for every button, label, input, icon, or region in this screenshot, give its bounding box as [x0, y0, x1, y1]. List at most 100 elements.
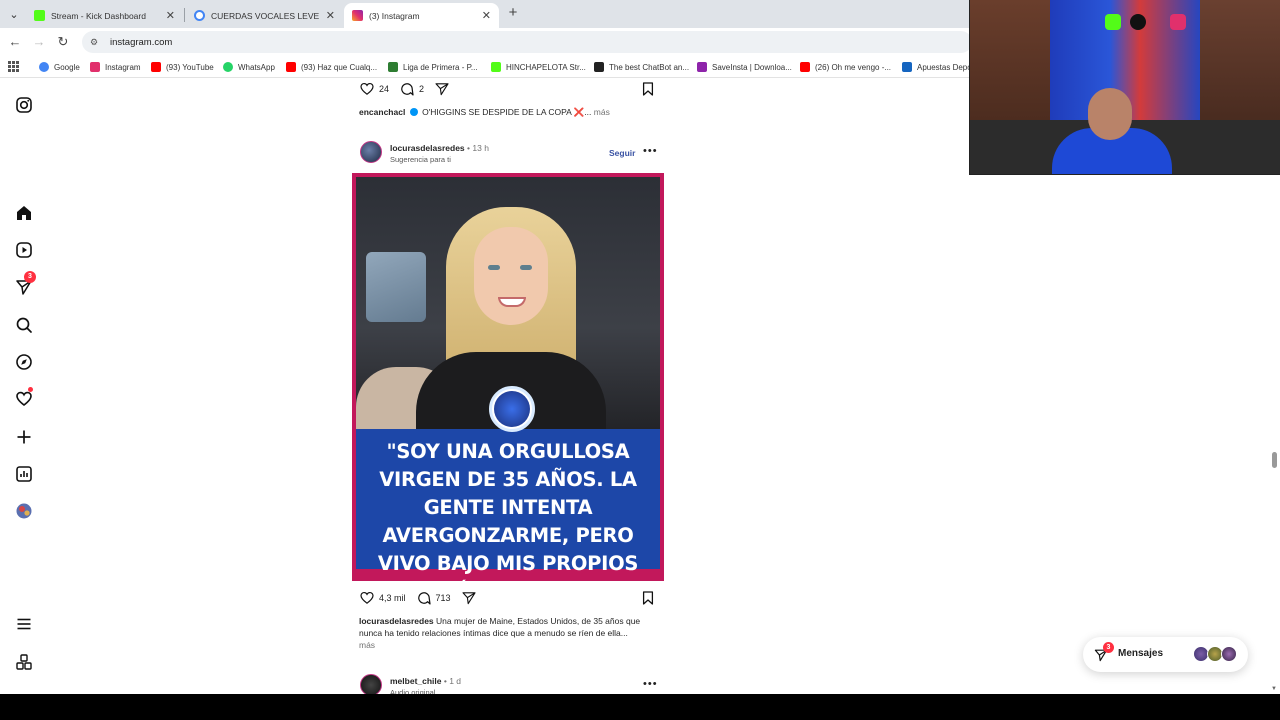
- scrollbar-thumb[interactable]: [1272, 452, 1277, 468]
- bookmark-label: HINCHAPELOTA Str...: [506, 62, 586, 72]
- follow-button[interactable]: Seguir: [609, 148, 635, 158]
- tab-kick-dashboard[interactable]: Stream - Kick Dashboard ✕: [26, 3, 183, 28]
- smile: [498, 297, 526, 307]
- post-time: 13 h: [472, 143, 489, 153]
- tab-close-icon[interactable]: ✕: [326, 9, 335, 22]
- caption-more-link[interactable]: más: [359, 639, 375, 651]
- bookmark-youtube-song[interactable]: (26) Oh me vengo -...: [800, 60, 891, 74]
- eye: [520, 265, 532, 270]
- username-text: locurasdelasredes: [390, 143, 465, 153]
- share-send-icon[interactable]: [461, 590, 477, 606]
- username-text: melbet_chile: [390, 676, 442, 686]
- bookmark-label: Instagram: [105, 62, 141, 72]
- prev-post-caption: encanchacl O'HIGGINS SE DESPIDE DE LA CO…: [359, 106, 659, 118]
- caption-more-link[interactable]: más: [594, 107, 610, 117]
- tab-google-search[interactable]: CUERDAS VOCALES LEVE ERITE ✕: [186, 3, 343, 28]
- like-count: 4,3 mil: [379, 593, 406, 603]
- save-bookmark-icon[interactable]: [640, 590, 656, 611]
- dashboard-icon[interactable]: [14, 464, 34, 484]
- bookmark-saveinsta[interactable]: SaveInsta | Downloa...: [697, 60, 792, 74]
- kick-icon: [491, 62, 501, 72]
- more-menu-icon[interactable]: [14, 614, 34, 634]
- comment-bubble-icon[interactable]: [399, 81, 415, 97]
- bookmark-instagram[interactable]: Instagram: [90, 60, 141, 74]
- caption-text: O'HIGGINS SE DESPIDE DE LA COPA ❌...: [422, 107, 592, 117]
- save-bookmark-icon[interactable]: [640, 81, 656, 102]
- bookmark-chatbot[interactable]: The best ChatBot an...: [594, 60, 689, 74]
- liga-icon: [388, 62, 398, 72]
- tab-close-icon[interactable]: ✕: [166, 9, 175, 22]
- locuras-logo-icon: [489, 386, 535, 432]
- bookmark-label: (93) YouTube: [166, 62, 214, 72]
- post-author-avatar[interactable]: [360, 141, 382, 163]
- whatsapp-icon: [223, 62, 233, 72]
- explore-compass-icon[interactable]: [14, 352, 34, 372]
- direct-messages-icon[interactable]: 3: [14, 271, 36, 297]
- next-post-username[interactable]: melbet_chile • 1 d: [390, 676, 461, 686]
- apuestas-icon: [902, 62, 912, 72]
- bookmark-hinchapelota[interactable]: HINCHAPELOTA Str...: [491, 60, 586, 74]
- like-count: 24: [379, 84, 390, 94]
- post-actions: 4,3 mil 713: [359, 590, 477, 606]
- youtube-icon: [800, 62, 810, 72]
- instagram-icon: [90, 62, 100, 72]
- tiktok-logo-icon: [1130, 14, 1146, 30]
- bookmark-apuestas[interactable]: Apuestas Depo: [902, 60, 972, 74]
- bookmark-youtube-video[interactable]: (93) Haz que Cualq...: [286, 60, 377, 74]
- notification-dot: [28, 387, 33, 392]
- caption-username[interactable]: locurasdelasredes: [359, 616, 434, 626]
- instagram-logo-icon: [1170, 14, 1186, 30]
- post-options-icon[interactable]: •••: [643, 145, 658, 157]
- threads-apps-icon[interactable]: [14, 652, 34, 672]
- comment-bubble-icon[interactable]: [416, 590, 432, 606]
- message-contact-avatar: [1221, 646, 1237, 662]
- bookmark-youtube[interactable]: (93) YouTube: [151, 60, 214, 74]
- bookmark-label: (26) Oh me vengo -...: [815, 62, 892, 72]
- bookmark-google[interactable]: Google: [39, 60, 80, 74]
- photo-subject-face: [474, 227, 548, 325]
- bookmark-whatsapp[interactable]: WhatsApp: [223, 60, 275, 74]
- bookmark-label: WhatsApp: [238, 62, 275, 72]
- profile-avatar-icon[interactable]: [14, 501, 34, 521]
- tab-separator: [184, 8, 185, 22]
- caption-username[interactable]: encanchacl: [359, 107, 405, 117]
- bookmark-label: Google: [54, 62, 80, 72]
- url-text: instagram.com: [110, 36, 173, 48]
- scroll-down-arrow-icon[interactable]: ▼: [1271, 686, 1277, 692]
- post-author-username[interactable]: locurasdelasredes • 13 h: [390, 143, 489, 153]
- bookmark-liga-primera[interactable]: Liga de Primera - P...: [388, 60, 478, 74]
- forward-arrow-icon[interactable]: →: [31, 34, 47, 50]
- post-time: 1 d: [449, 676, 462, 686]
- notifications-heart-icon[interactable]: [14, 387, 34, 409]
- reels-icon[interactable]: [14, 240, 34, 260]
- like-heart-icon[interactable]: [359, 81, 375, 97]
- tab-search-icon[interactable]: ⌄: [4, 4, 24, 24]
- address-bar[interactable]: ⚙ instagram.com: [82, 31, 972, 53]
- site-info-icon[interactable]: ⚙: [90, 37, 102, 48]
- create-plus-icon[interactable]: [14, 427, 34, 447]
- post-options-icon[interactable]: •••: [643, 678, 658, 690]
- like-heart-icon[interactable]: [359, 590, 375, 606]
- post-image[interactable]: "SOY UNA ORGULLOSA VIRGEN DE 35 AÑOS. LA…: [352, 173, 664, 581]
- kick-logo-icon: [1105, 14, 1121, 30]
- messages-button[interactable]: 3 Mensajes: [1083, 637, 1248, 672]
- saveinsta-icon: [697, 62, 707, 72]
- tab-instagram[interactable]: (3) Instagram ✕: [344, 3, 499, 28]
- next-post-avatar[interactable]: [360, 674, 382, 696]
- bottom-letterbox: [0, 694, 1280, 720]
- messages-label: Mensajes: [1118, 648, 1164, 659]
- tab-label: Stream - Kick Dashboard: [51, 10, 146, 21]
- eye: [488, 265, 500, 270]
- new-tab-button[interactable]: +: [505, 5, 521, 21]
- apps-grid-icon[interactable]: [8, 61, 19, 72]
- share-send-icon[interactable]: [434, 81, 450, 97]
- back-arrow-icon[interactable]: ←: [7, 34, 23, 50]
- search-icon[interactable]: [14, 315, 34, 335]
- webcam-person-head: [1088, 88, 1132, 140]
- reload-icon[interactable]: ↻: [55, 34, 71, 50]
- prev-post-actions: 24 2: [359, 81, 450, 97]
- screen: ⌄ Stream - Kick Dashboard ✕ CUERDAS VOCA…: [0, 0, 1280, 720]
- home-icon[interactable]: [14, 203, 34, 223]
- tab-close-icon[interactable]: ✕: [482, 9, 491, 22]
- instagram-logo-icon[interactable]: [14, 95, 34, 115]
